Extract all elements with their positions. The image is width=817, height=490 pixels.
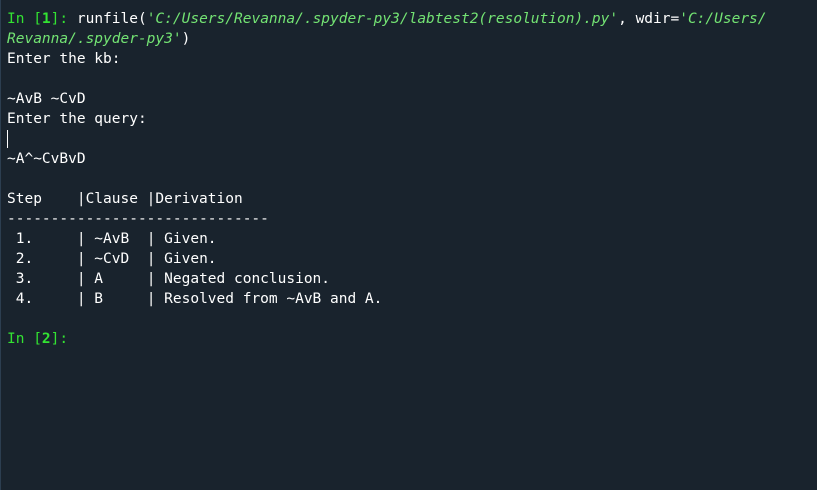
console-left-border [0,0,1,490]
table-row: 1. | ~AvB | Given. [7,229,813,249]
query-prompt: Enter the query: [7,111,147,127]
text-cursor [7,130,8,148]
table-row: 2. | ~CvD | Given. [7,249,813,269]
prompt-in-number: 1 [41,11,51,27]
row-derivation: | Resolved from ~AvB and A. [146,291,383,307]
table-separator: ------------------------------ [7,211,269,227]
command-path-string: 'C:/Users/Revanna/.spyder-py3/labtest2(r… [146,11,619,27]
row-clause: | ~AvB [76,231,147,247]
text-cursor-line [7,129,813,149]
table-row: 4. | B | Resolved from ~AvB and A. [7,289,813,309]
command-wdir-string-end: Revanna/.spyder-py3' [7,31,182,47]
command-function: runfile( [76,11,147,27]
prompt-in-suffix: ]: [50,11,69,27]
table-row: 3. | A | Negated conclusion. [7,269,813,289]
row-clause: | ~CvD [76,251,147,267]
row-clause: | B [76,291,147,307]
table-header: Step |Clause |Derivation [7,191,243,207]
row-step: 4. [7,291,77,307]
ipython-console[interactable]: In [1]: runfile('C:/Users/Revanna/.spyde… [0,0,817,490]
command-wdir-keyword: , wdir= [618,11,680,27]
row-step: 2. [7,251,77,267]
kb-prompt: Enter the kb: [7,51,121,67]
input-line-1-continued: Revanna/.spyder-py3') [7,29,813,49]
command-wdir-string-start: 'C:/Users/ [679,11,767,27]
input-line-2[interactable]: In [2]: [7,329,813,349]
row-derivation: | Given. [146,231,217,247]
row-derivation: | Negated conclusion. [146,271,331,287]
row-derivation: | Given. [146,251,217,267]
prompt-in-prefix: In [ [7,331,42,347]
prompt-in-number: 2 [41,331,51,347]
prompt-in-suffix: ]: [50,331,69,347]
prompt-in-prefix: In [ [7,11,42,27]
row-clause: | A [76,271,147,287]
query-input-echo: ~A^~CvBvD [7,151,86,167]
row-step: 3. [7,271,77,287]
command-close-paren: ) [181,31,191,47]
kb-input-echo: ~AvB ~CvD [7,91,86,107]
console-output[interactable]: In [1]: runfile('C:/Users/Revanna/.spyde… [7,9,813,349]
input-line-1: In [1]: runfile('C:/Users/Revanna/.spyde… [7,9,813,29]
row-step: 1. [7,231,77,247]
